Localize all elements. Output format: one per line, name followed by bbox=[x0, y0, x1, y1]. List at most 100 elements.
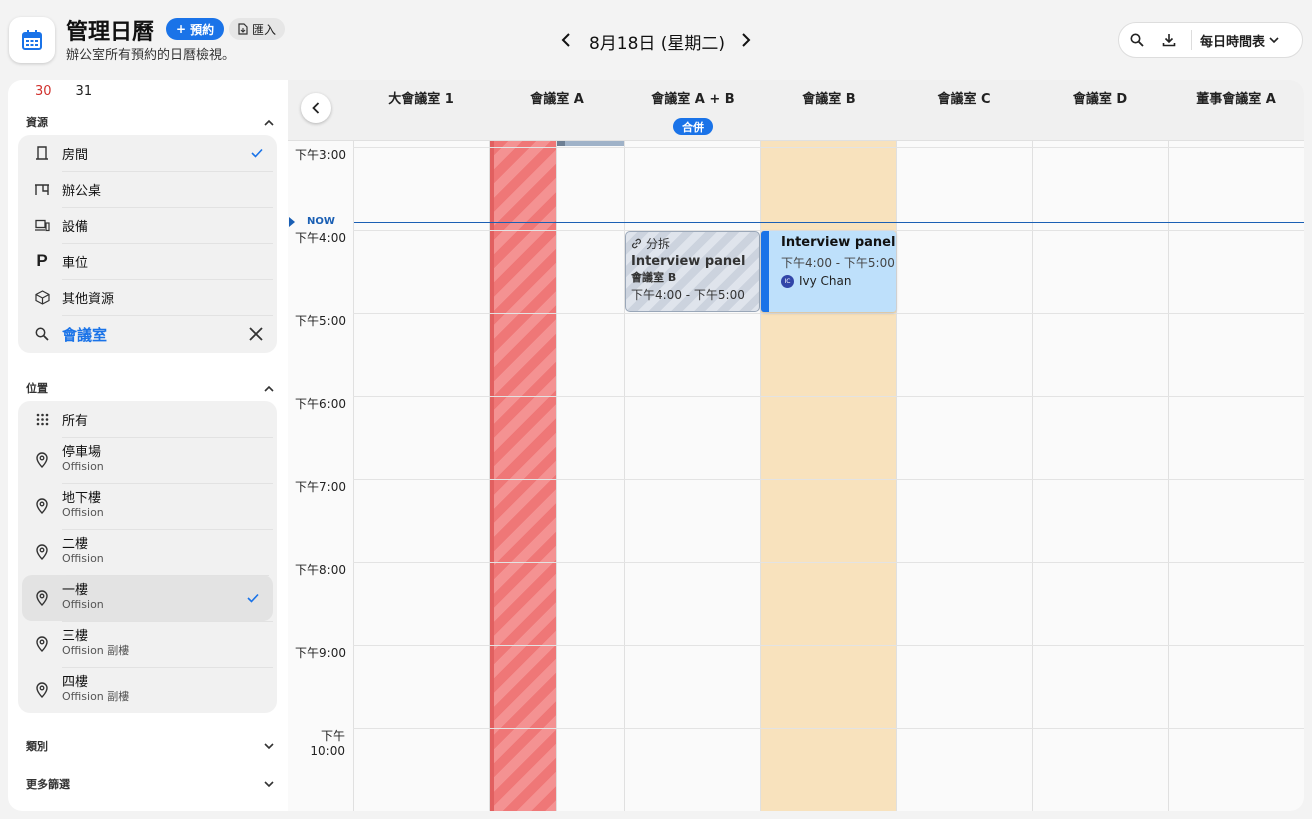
import-button[interactable]: 匯入 bbox=[229, 18, 286, 40]
locations-panel: 所有 停車場 Offision 地下樓 Offision 二樓 Offision 一樓… bbox=[18, 401, 277, 713]
location-item-label: 二樓 bbox=[62, 537, 89, 553]
location-item[interactable]: 三樓 Offision 副樓 bbox=[18, 621, 277, 667]
check-icon bbox=[247, 593, 259, 603]
import-button-label: 匯入 bbox=[252, 22, 277, 37]
event-time: 下午4:00 - 下午5:00 bbox=[781, 256, 895, 270]
category-filter-header[interactable]: 類別 bbox=[26, 736, 274, 756]
collapse-sidebar-button[interactable] bbox=[301, 93, 331, 123]
now-indicator-line bbox=[354, 222, 1304, 223]
resource-search[interactable]: 會議室 bbox=[18, 315, 277, 353]
hour-line bbox=[353, 728, 1304, 729]
grid-dots-icon bbox=[32, 409, 52, 429]
resources-heading: 資源 bbox=[26, 116, 48, 129]
partial-event[interactable] bbox=[557, 141, 624, 146]
mini-calendar-day[interactable]: 30 bbox=[35, 84, 52, 99]
resource-item-label: 其他資源 bbox=[62, 291, 115, 307]
room-column-header[interactable]: 董事會議室 A bbox=[1168, 88, 1304, 107]
location-item-sublabel: Offision bbox=[62, 598, 104, 612]
organizer-name: Ivy Chan bbox=[799, 274, 852, 288]
more-filters-label: 更多篩選 bbox=[26, 778, 70, 791]
room-column-header[interactable]: 會議室 A + B bbox=[625, 88, 761, 107]
booking-event[interactable]: Interview panel 下午4:00 - 下午5:00 IC Ivy C… bbox=[761, 231, 896, 312]
view-selector[interactable]: 每日時間表 bbox=[1200, 31, 1279, 50]
event-title: Interview panel bbox=[631, 254, 746, 269]
location-item-selected[interactable]: 一樓 Offision bbox=[22, 575, 273, 621]
chevron-down-icon bbox=[264, 780, 274, 787]
resource-item-label: 辦公桌 bbox=[62, 183, 102, 199]
download-button[interactable] bbox=[1153, 23, 1185, 57]
location-item-label: 四樓 bbox=[62, 675, 89, 691]
room-column-header[interactable]: 會議室 D bbox=[1032, 88, 1168, 107]
location-pin-icon bbox=[32, 634, 52, 654]
location-item-all[interactable]: 所有 bbox=[18, 401, 277, 437]
location-item[interactable]: 二樓 Offision bbox=[18, 529, 277, 575]
resource-item-rooms[interactable]: 房間 bbox=[18, 135, 277, 171]
hour-line bbox=[353, 147, 1304, 148]
resource-item-parking[interactable]: P 車位 bbox=[18, 243, 277, 279]
time-label: 下午10:00 bbox=[310, 729, 345, 758]
mini-calendar: 30 31 bbox=[35, 84, 92, 99]
location-pin-icon bbox=[32, 542, 52, 562]
chevron-up-icon bbox=[264, 119, 274, 126]
resource-item-label: 設備 bbox=[62, 219, 89, 235]
page-title: 管理日曆 bbox=[66, 20, 155, 45]
room-column-header[interactable]: 會議室 B bbox=[761, 88, 897, 107]
hour-line bbox=[353, 396, 1304, 397]
download-icon bbox=[1162, 34, 1176, 47]
previous-day-button[interactable] bbox=[556, 29, 576, 51]
sidebar: 30 31 資源 房間 辦公桌 設備 P 車位 其他資源 會議室 位置 所有 停… bbox=[8, 80, 288, 811]
location-pin-icon bbox=[32, 588, 52, 608]
book-button-label: 預約 bbox=[190, 22, 215, 37]
location-item-label: 停車場 bbox=[62, 445, 102, 461]
calendar-app-icon bbox=[9, 17, 55, 63]
check-icon bbox=[251, 148, 263, 158]
grid-line bbox=[1168, 141, 1169, 811]
resource-item-equipment[interactable]: 設備 bbox=[18, 207, 277, 243]
plus-icon: + bbox=[176, 22, 187, 36]
location-item-label: 一樓 bbox=[62, 583, 89, 599]
event-title: Interview panel bbox=[781, 235, 896, 250]
location-item-sublabel: Offision 副樓 bbox=[62, 644, 130, 658]
grid-line bbox=[1032, 141, 1033, 811]
split-booking-event[interactable]: 分拆 Interview panel 會議室 B 下午4:00 - 下午5:00 bbox=[625, 231, 760, 312]
devices-icon bbox=[32, 215, 52, 235]
location-item-sublabel: Offision 副樓 bbox=[62, 690, 130, 704]
desk-icon bbox=[32, 179, 52, 199]
resource-item-other[interactable]: 其他資源 bbox=[18, 279, 277, 315]
time-label: 下午6:00 bbox=[295, 397, 346, 411]
toolbar-divider bbox=[1191, 30, 1192, 50]
category-filter-label: 類別 bbox=[26, 740, 48, 753]
location-item-label: 三樓 bbox=[62, 629, 89, 645]
chevron-up-icon bbox=[264, 385, 274, 392]
room-column-header[interactable]: 大會議室 1 bbox=[353, 88, 489, 107]
next-day-button[interactable] bbox=[736, 29, 756, 51]
time-label: 下午8:00 bbox=[295, 563, 346, 577]
location-item[interactable]: 地下樓 Offision bbox=[18, 483, 277, 529]
chevron-left-icon bbox=[312, 102, 320, 114]
resource-item-desks[interactable]: 辦公桌 bbox=[18, 171, 277, 207]
location-item-sublabel: Offision bbox=[62, 460, 104, 474]
locations-section-header[interactable]: 位置 bbox=[26, 378, 274, 398]
resource-search-value[interactable]: 會議室 bbox=[62, 324, 107, 345]
location-item-label: 所有 bbox=[62, 413, 89, 429]
room-column-header[interactable]: 會議室 A bbox=[489, 88, 625, 107]
resources-panel: 房間 辦公桌 設備 P 車位 其他資源 會議室 bbox=[18, 135, 277, 353]
search-button[interactable] bbox=[1121, 23, 1153, 57]
book-button[interactable]: + 預約 bbox=[166, 18, 225, 40]
time-label: 下午4:00 bbox=[295, 231, 346, 245]
resource-item-label: 車位 bbox=[62, 255, 89, 271]
day-schedule-grid: 下午3:00 下午4:00 下午5:00 下午6:00 下午7:00 下午8:0… bbox=[288, 80, 1304, 811]
partial-event-edge bbox=[557, 141, 565, 146]
time-label: 下午7:00 bbox=[295, 480, 346, 494]
location-pin-icon bbox=[32, 680, 52, 700]
mini-calendar-day[interactable]: 31 bbox=[76, 84, 93, 99]
location-item[interactable]: 停車場 Offision bbox=[18, 437, 277, 483]
location-item[interactable]: 四樓 Offision 副樓 bbox=[18, 667, 277, 713]
location-pin-icon bbox=[32, 450, 52, 470]
chevron-down-icon bbox=[1269, 36, 1279, 43]
merged-badge: 合併 bbox=[673, 118, 713, 135]
more-filters-header[interactable]: 更多篩選 bbox=[26, 774, 274, 794]
close-icon[interactable] bbox=[249, 327, 263, 341]
room-column-header[interactable]: 會議室 C bbox=[896, 88, 1032, 107]
resources-section-header[interactable]: 資源 bbox=[26, 112, 274, 132]
